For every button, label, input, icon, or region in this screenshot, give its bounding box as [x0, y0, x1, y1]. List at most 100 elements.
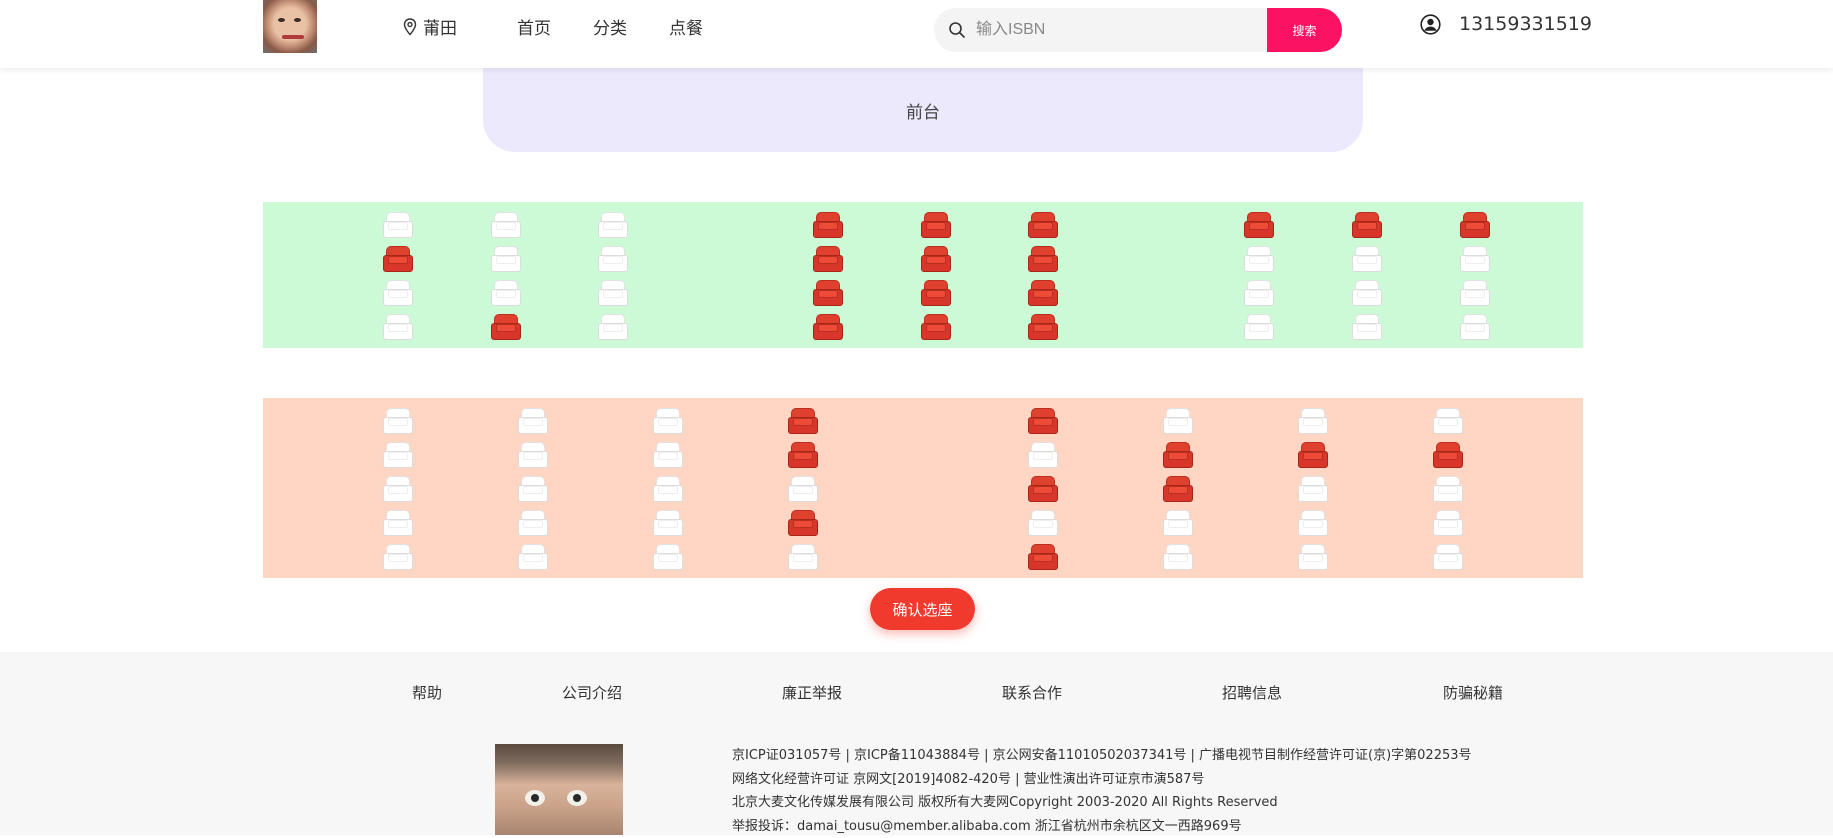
seat-available[interactable] [491, 212, 521, 238]
seat-cushion [1303, 486, 1323, 494]
seat-available[interactable] [1460, 246, 1490, 272]
seat-available[interactable] [1298, 510, 1328, 536]
seat-available[interactable] [1298, 544, 1328, 570]
seat-available[interactable] [383, 544, 413, 570]
seat-available[interactable] [1460, 280, 1490, 306]
seat-available[interactable] [788, 544, 818, 570]
seat-available[interactable] [1244, 314, 1274, 340]
seat-taken[interactable] [1028, 314, 1058, 340]
seat-taken[interactable] [788, 510, 818, 536]
seat-available[interactable] [653, 544, 683, 570]
seat-available[interactable] [1433, 408, 1463, 434]
site-logo[interactable] [263, 0, 317, 53]
seat-available[interactable] [518, 408, 548, 434]
seat-cushion [793, 486, 813, 494]
seat-taken[interactable] [921, 246, 951, 272]
footer-link-report[interactable]: 廉正举报 [782, 682, 842, 703]
seat-taken[interactable] [383, 246, 413, 272]
seat-taken[interactable] [1028, 476, 1058, 502]
footer-link-about[interactable]: 公司介绍 [562, 682, 622, 703]
nav-category[interactable]: 分类 [593, 14, 627, 39]
seat-taken[interactable] [1028, 408, 1058, 434]
seat-available[interactable] [598, 280, 628, 306]
seat-available[interactable] [1460, 314, 1490, 340]
seat-taken[interactable] [921, 314, 951, 340]
seat-available[interactable] [383, 476, 413, 502]
seat-available[interactable] [383, 314, 413, 340]
seat-available[interactable] [598, 246, 628, 272]
seat-taken[interactable] [1433, 442, 1463, 468]
seat-taken[interactable] [813, 314, 843, 340]
footer-link-anti-fraud[interactable]: 防骗秘籍 [1443, 682, 1503, 703]
seat-available[interactable] [653, 510, 683, 536]
seat-available[interactable] [383, 280, 413, 306]
seat-taken[interactable] [1298, 442, 1328, 468]
seat-available[interactable] [1352, 280, 1382, 306]
seat-available[interactable] [653, 442, 683, 468]
seat-taken[interactable] [1028, 544, 1058, 570]
seat-taken[interactable] [1028, 280, 1058, 306]
seat-taken[interactable] [491, 314, 521, 340]
footer-line: 京ICP证031057号 | 京ICP备11043884号 | 京公网安备110… [732, 744, 1472, 768]
seat-available[interactable] [518, 442, 548, 468]
seat-available[interactable] [1298, 408, 1328, 434]
search-input[interactable] [976, 14, 1256, 46]
seat-available[interactable] [383, 510, 413, 536]
nav-order[interactable]: 点餐 [669, 14, 703, 39]
seat-cushion [1303, 452, 1323, 460]
seat-available[interactable] [1433, 510, 1463, 536]
seat-taken[interactable] [813, 280, 843, 306]
seat-cushion [1465, 256, 1485, 264]
user-account[interactable]: 13159331519 [1420, 13, 1592, 35]
seat-available[interactable] [1298, 476, 1328, 502]
seat-available[interactable] [1163, 510, 1193, 536]
seat-taken[interactable] [1028, 246, 1058, 272]
seat-available[interactable] [383, 408, 413, 434]
footer-link-cooperation[interactable]: 联系合作 [1002, 682, 1062, 703]
seat-available[interactable] [491, 246, 521, 272]
seat-taken[interactable] [788, 408, 818, 434]
seat-available[interactable] [1163, 544, 1193, 570]
seat-available[interactable] [598, 314, 628, 340]
seat-available[interactable] [1163, 408, 1193, 434]
seat-taken[interactable] [788, 442, 818, 468]
seat-taken[interactable] [921, 280, 951, 306]
seat-cushion [603, 324, 623, 332]
seat-available[interactable] [1433, 476, 1463, 502]
seat-available[interactable] [598, 212, 628, 238]
seat-available[interactable] [1352, 246, 1382, 272]
seat-cushion [603, 290, 623, 298]
seat-available[interactable] [653, 408, 683, 434]
seat-available[interactable] [788, 476, 818, 502]
seat-available[interactable] [1244, 280, 1274, 306]
seat-taken[interactable] [921, 212, 951, 238]
seat-available[interactable] [383, 212, 413, 238]
seat-available[interactable] [1352, 314, 1382, 340]
nav-home[interactable]: 首页 [517, 14, 551, 39]
seat-available[interactable] [1028, 442, 1058, 468]
seat-taken[interactable] [813, 212, 843, 238]
seat-available[interactable] [491, 280, 521, 306]
location-selector[interactable]: 莆田 [403, 14, 457, 39]
seat-available[interactable] [518, 544, 548, 570]
seat-available[interactable] [518, 476, 548, 502]
footer-link-jobs[interactable]: 招聘信息 [1222, 682, 1282, 703]
seat-available[interactable] [383, 442, 413, 468]
seat-taken[interactable] [1460, 212, 1490, 238]
seat-taken[interactable] [1244, 212, 1274, 238]
search-icon[interactable] [948, 21, 966, 39]
seat-taken[interactable] [1028, 212, 1058, 238]
seat-available[interactable] [1028, 510, 1058, 536]
user-circle-icon [1420, 14, 1441, 35]
seat-available[interactable] [1244, 246, 1274, 272]
seat-taken[interactable] [1163, 476, 1193, 502]
seat-taken[interactable] [1163, 442, 1193, 468]
seat-available[interactable] [518, 510, 548, 536]
confirm-seat-button[interactable]: 确认选座 [870, 588, 975, 630]
seat-taken[interactable] [1352, 212, 1382, 238]
search-button[interactable]: 搜索 [1267, 8, 1342, 52]
footer-link-help[interactable]: 帮助 [412, 682, 442, 703]
seat-available[interactable] [653, 476, 683, 502]
seat-available[interactable] [1433, 544, 1463, 570]
seat-taken[interactable] [813, 246, 843, 272]
